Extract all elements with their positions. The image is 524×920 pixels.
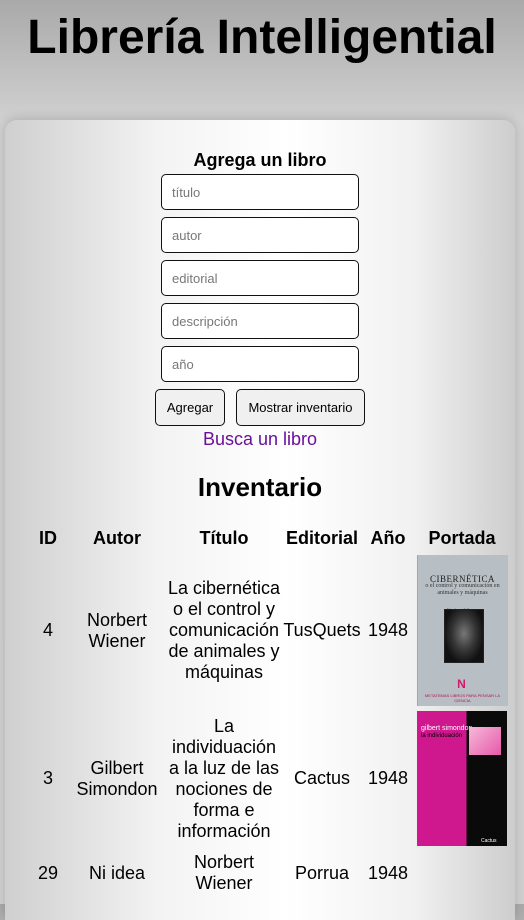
cell-editorial: Cactus — [293, 768, 351, 788]
page-title: Librería Intelligential — [27, 11, 497, 64]
search-book-link[interactable]: Busca un libro — [0, 429, 520, 449]
cell-editorial: TusQuets — [283, 620, 361, 640]
add-book-heading: Agrega un libro — [193, 150, 327, 170]
cover-image: gilbert simondon la individuación Cactus — [417, 711, 507, 846]
col-titulo-header: Título — [199, 527, 249, 548]
cell-titulo: Norbert Wiener — [193, 852, 255, 893]
cell-autor: Norbert Wiener — [86, 609, 148, 651]
inventory-table: ID Autor Título Editorial Año Portada 4 … — [27, 524, 509, 898]
cover-author: gilbert simondon — [421, 725, 473, 732]
table-row: 4 Norbert Wiener La cibernética o el con… — [27, 552, 509, 709]
col-editorial-header: Editorial — [285, 527, 358, 548]
cell-portada: CIBERNÉTICA o el control y comunicación … — [415, 552, 509, 709]
titulo-input[interactable] — [161, 174, 359, 210]
table-header-row: ID Autor Título Editorial Año Portada — [27, 524, 509, 552]
col-portada-header: Portada — [428, 527, 496, 548]
cell-autor: Gilbert Simondon — [76, 757, 158, 799]
cover-portrait — [443, 609, 484, 663]
cell-editorial: Porrua — [294, 862, 350, 883]
table-row: 3 Gilbert Simondon La individuación a la… — [27, 709, 509, 848]
descripcion-input[interactable] — [161, 303, 359, 339]
cell-id: 3 — [42, 768, 53, 788]
cell-anio: 1948 — [367, 620, 409, 640]
col-id-header: ID — [39, 527, 57, 548]
cover-publisher-logo: N — [457, 677, 466, 691]
cover-image: CIBERNÉTICA o el control y comunicación … — [416, 555, 508, 706]
cell-anio: 1948 — [367, 768, 409, 788]
editorial-input[interactable] — [161, 260, 359, 296]
cover-artwork — [469, 727, 501, 755]
table-row: 29 Ni idea Norbert Wiener Porrua 1948 — [27, 848, 509, 898]
cell-titulo: La cibernética o el control y comunicaci… — [167, 578, 281, 682]
cell-titulo: La individuación a la luz de las nocione… — [168, 715, 280, 841]
add-button[interactable]: Agregar — [155, 389, 225, 426]
cell-autor: Ni idea — [88, 862, 146, 883]
col-anio-header: Año — [370, 527, 406, 548]
cell-portada: gilbert simondon la individuación Cactus — [415, 709, 509, 848]
col-autor-header: Autor — [93, 527, 141, 548]
inventory-title: Inventario — [197, 472, 323, 502]
autor-input[interactable] — [161, 217, 359, 253]
cover-title: la individuación — [421, 733, 463, 739]
cell-anio: 1948 — [367, 862, 409, 883]
show-inventory-button[interactable]: Mostrar inventario — [236, 389, 365, 426]
cell-portada — [415, 848, 509, 898]
cover-subtitle: o el control y comunicación en animales … — [425, 583, 500, 596]
cover-series: METATEMAS LIBROS PARA PENSAR LA CIENCIA — [424, 693, 501, 703]
cell-id: 29 — [37, 862, 59, 883]
anio-input[interactable] — [161, 346, 359, 382]
cover-publisher: Cactus — [481, 838, 497, 844]
cell-id: 4 — [42, 620, 53, 640]
